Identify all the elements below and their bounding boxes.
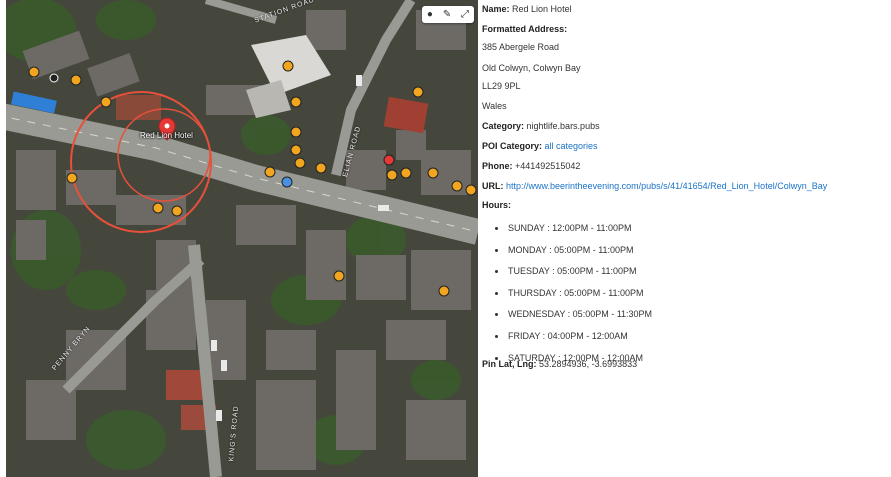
url-link[interactable]: http://www.beerintheevening.com/pubs/s/4… xyxy=(506,181,827,191)
phone-value: +441492515042 xyxy=(515,161,581,171)
pin-icon[interactable]: ● xyxy=(427,9,433,20)
hours-item: TUESDAY : 05:00PM - 11:00PM xyxy=(494,265,652,287)
name-row: Name: Red Lion Hotel xyxy=(482,4,572,14)
hours-item: SUNDAY : 12:00PM - 11:00PM xyxy=(494,222,652,244)
poi-category-label: POI Category: xyxy=(482,141,543,151)
address-line: LL29 9PL xyxy=(482,81,521,91)
hours-item: WEDNESDAY : 05:00PM - 11:30PM xyxy=(494,308,652,330)
category-label: Category: xyxy=(482,121,525,131)
address-line: Old Colwyn, Colwyn Bay xyxy=(482,63,581,73)
hours-item: FRIDAY : 04:00PM - 12:00AM xyxy=(494,330,652,352)
map-poi-label[interactable]: Red Lion Hotel xyxy=(140,131,193,140)
hours-item: MONDAY : 05:00PM - 11:00PM xyxy=(494,244,652,266)
category-value: nightlife.bars.pubs xyxy=(526,121,600,131)
hours-label: Hours: xyxy=(482,200,511,210)
phone-row: Phone: +441492515042 xyxy=(482,161,580,171)
hours-heading: Hours: xyxy=(482,200,511,210)
name-value: Red Lion Hotel xyxy=(512,4,572,14)
all-categories-link[interactable]: all categories xyxy=(545,141,598,151)
map-toolbar: ● ✎ ⤢ xyxy=(422,6,474,23)
pencil-icon[interactable]: ✎ xyxy=(443,9,451,20)
address-line: Wales xyxy=(482,101,507,111)
hours-list: SUNDAY : 12:00PM - 11:00PM MONDAY : 05:0… xyxy=(482,222,652,373)
pin-value: 53.2894936, -3.6993833 xyxy=(539,359,638,369)
address-line: 385 Abergele Road xyxy=(482,42,560,52)
address-label: Formatted Address: xyxy=(482,24,568,34)
hours-item: THURSDAY : 05:00PM - 11:00PM xyxy=(494,287,652,309)
category-row: Category: nightlife.bars.pubs xyxy=(482,121,600,131)
url-label: URL: xyxy=(482,181,504,191)
name-label: Name: xyxy=(482,4,510,14)
poi-info-panel: Name: Red Lion Hotel Formatted Address: … xyxy=(482,0,887,477)
pin-row: Pin Lat, Lng: 53.2894936, -3.6993833 xyxy=(482,359,637,369)
poi-category-row: POI Category: all categories xyxy=(482,141,598,151)
map-imagery xyxy=(6,0,478,477)
url-row: URL: http://www.beerintheevening.com/pub… xyxy=(482,181,827,191)
phone-label: Phone: xyxy=(482,161,513,171)
expand-icon[interactable]: ⤢ xyxy=(461,9,469,20)
satellite-map[interactable]: Red Lion Hotel STATION ROAD ELIAN ROAD P… xyxy=(6,0,478,477)
address-heading: Formatted Address: xyxy=(482,24,567,34)
pin-label: Pin Lat, Lng: xyxy=(482,359,537,369)
